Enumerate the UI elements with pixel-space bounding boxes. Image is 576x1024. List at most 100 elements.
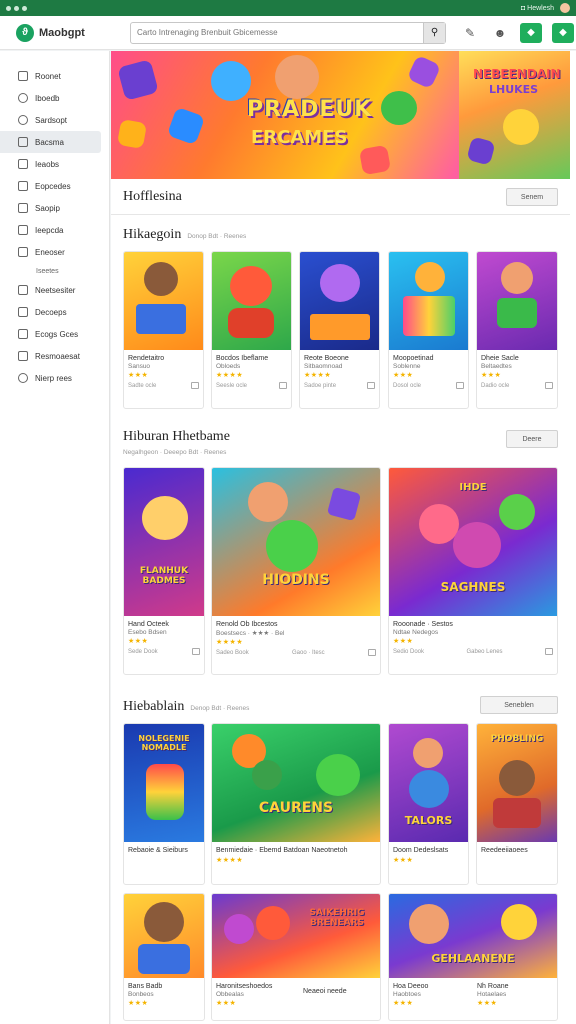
thumbnail-title: CAURENS	[258, 800, 334, 816]
character-body-icon	[493, 798, 541, 828]
sidebar-item-label: Nierp rees	[35, 373, 72, 383]
search-input[interactable]	[131, 22, 423, 43]
cart-icon[interactable]	[545, 382, 553, 390]
help-icon	[18, 373, 28, 383]
character-head-icon	[381, 91, 417, 125]
section-3-button[interactable]: Seneblen	[480, 696, 558, 714]
game-thumbnail: TALORS	[389, 724, 468, 842]
cart-icon[interactable]	[545, 648, 553, 656]
box-icon	[18, 329, 28, 339]
game-card[interactable]: PHOBLING Reedeeiiaoees	[476, 723, 558, 885]
banner-side-panel[interactable]: NEBEENDAIN LHUKES	[459, 51, 570, 179]
game-card[interactable]: FLANHUK BADMES Hand Octeek Esebo Bdsen ★…	[123, 467, 205, 675]
character-face-icon	[144, 902, 184, 942]
card-subtitle: Esebo Bdsen	[128, 629, 167, 637]
main-content: PRADEUK ERCAMES NEBEENDAIN LHUKES Hoffle…	[111, 51, 576, 1024]
profile-icon[interactable]: ☻	[490, 23, 510, 43]
section-top-button[interactable]: Senem	[506, 188, 558, 206]
cart-icon[interactable]	[367, 649, 376, 657]
sidebar-item-2[interactable]: Sardsopt	[0, 109, 109, 131]
notifications-button[interactable]: ◆	[552, 22, 574, 43]
game-card[interactable]: Moopoetinad Soblenne ★★★ Dosol ocle	[388, 251, 469, 409]
dice-icon	[358, 144, 392, 176]
game-thumbnail: PHOBLING	[477, 724, 557, 842]
list-icon	[18, 181, 28, 191]
card-footer-text: Dosol ocle	[393, 382, 422, 389]
home-icon	[18, 71, 28, 81]
game-card[interactable]: Bocdos Ibeflame Obloeds ★★★★ Seesle ocle	[211, 251, 292, 409]
banner-subtitle: ERCAMES	[251, 127, 348, 148]
rating-stars: ★★★	[477, 1000, 498, 1008]
cart-icon[interactable]	[191, 382, 199, 390]
sidebar: Roonet Iboedb Sardsopt Bacsma Ieaobs Eop…	[0, 51, 110, 1024]
settings-icon	[18, 351, 28, 361]
sidebar-item-6[interactable]: Saopip	[0, 197, 109, 219]
sidebar-item-7[interactable]: Ieepcda	[0, 219, 109, 241]
game-card[interactable]: NOLEGENIE NOMADLE Rebaoie & Sieiburs	[123, 723, 205, 885]
sidebar-item-13[interactable]: Resmoaesat	[0, 345, 109, 367]
sidebar-item-5[interactable]: Eopcedes	[0, 175, 109, 197]
cart-icon[interactable]	[456, 382, 464, 390]
window-dot-icon[interactable]	[22, 5, 27, 11]
app-logo[interactable]: ϑ Maobgpt	[0, 23, 120, 42]
game-card[interactable]: CAURENS Benmiedaie · Ebemd Batdoan Naeot…	[211, 723, 381, 885]
game-thumbnail: SAIKEHRIG BRENEARS	[212, 894, 380, 978]
game-card[interactable]: GEHLAANENE Hoa Deeoo Haobtoes ★★★ Nh Roa…	[388, 893, 558, 1021]
window-dot-icon[interactable]	[6, 5, 11, 11]
character-head-icon	[211, 61, 251, 101]
character-face-icon	[453, 522, 501, 568]
sidebar-item-10[interactable]: Neetsesiter	[0, 279, 109, 301]
game-card[interactable]: TALORS Doom Dedeslsats ★★★	[388, 723, 469, 885]
sidebar-item-8[interactable]: Eneoser	[0, 241, 109, 263]
sidebar-item-1[interactable]: Iboedb	[0, 87, 109, 109]
sidebar-item-9[interactable]: Iseetes	[0, 263, 109, 279]
game-card[interactable]: IHDE SAGHNES Rooonade · Sestos Ndtae Ned…	[388, 467, 558, 675]
game-card[interactable]: Rendetaitro Sansuo ★★★ Sadte ocle	[123, 251, 204, 409]
card-subtitle: Boestsecs · ★★★ · Bel	[216, 630, 285, 638]
sidebar-item-12[interactable]: Ecogs Gces	[0, 323, 109, 345]
game-sign-icon	[310, 314, 370, 340]
section-header-top: Hofflesina	[123, 189, 182, 205]
thumbnail-title: HIODINS	[262, 572, 330, 588]
add-button[interactable]: ◆	[520, 22, 542, 43]
sidebar-item-0[interactable]: Roonet	[0, 65, 109, 87]
grid-icon	[18, 137, 28, 147]
sidebar-item-label: Iboedb	[35, 93, 60, 103]
window-dot-icon[interactable]	[14, 5, 19, 11]
rating-stars: ★★★★	[216, 639, 244, 647]
game-thumbnail: CAURENS	[212, 724, 380, 842]
gift-box-icon	[403, 296, 455, 336]
system-status-bar: ◘ Hewlesh	[0, 0, 576, 16]
cart-icon[interactable]	[279, 382, 287, 390]
star-icon	[18, 203, 28, 213]
game-card[interactable]: Dheie Sacle Beltaedtes ★★★ Dadio ocle	[476, 251, 558, 409]
game-card[interactable]: Reote Boeone Sitbaomnoad ★★★★ Sadoe pint…	[299, 251, 380, 409]
section-2-button[interactable]: Deere	[506, 430, 558, 448]
dice-icon	[466, 136, 496, 166]
game-card[interactable]: SAIKEHRIG BRENEARS Haronitseshoedos Obbe…	[211, 893, 381, 1021]
character-face-icon	[320, 264, 360, 302]
cart-icon[interactable]	[367, 382, 375, 390]
rating-stars: ★★★★	[216, 372, 244, 380]
card-title: Doom Dedeslsats	[393, 847, 449, 854]
card-subtitle: Sansuo	[128, 363, 151, 371]
game-card[interactable]: Bans Badb Bonbeos ★★★	[123, 893, 205, 1021]
section-meta: Donop Bdt · Reenes	[187, 233, 247, 240]
rating-stars: ★★★★	[216, 857, 244, 865]
search-icon[interactable]: ⚲	[423, 22, 445, 43]
game-card[interactable]: HIODINS Renold Ob Ibcestos Boestsecs · ★…	[211, 467, 381, 675]
sidebar-item-3[interactable]: Bacsma	[0, 131, 101, 153]
character-body-icon	[497, 298, 537, 328]
sidebar-item-14[interactable]: Nierp rees	[0, 367, 109, 389]
cart-icon[interactable]	[192, 648, 200, 656]
sidebar-item-11[interactable]: Decoeps	[0, 301, 109, 323]
game-thumbnail: GEHLAANENE	[389, 894, 557, 978]
search-bar: ⚲	[130, 21, 446, 44]
sidebar-item-4[interactable]: Ieaobs	[0, 153, 109, 175]
pin-icon[interactable]: ✎	[460, 23, 480, 43]
thumbnail-title: PHOBLING	[490, 734, 544, 744]
game-thumbnail	[124, 252, 203, 350]
card-title: Bans Badb	[128, 983, 163, 990]
hero-banner[interactable]: PRADEUK ERCAMES NEBEENDAIN LHUKES	[111, 51, 570, 179]
user-avatar-small[interactable]	[560, 3, 570, 13]
